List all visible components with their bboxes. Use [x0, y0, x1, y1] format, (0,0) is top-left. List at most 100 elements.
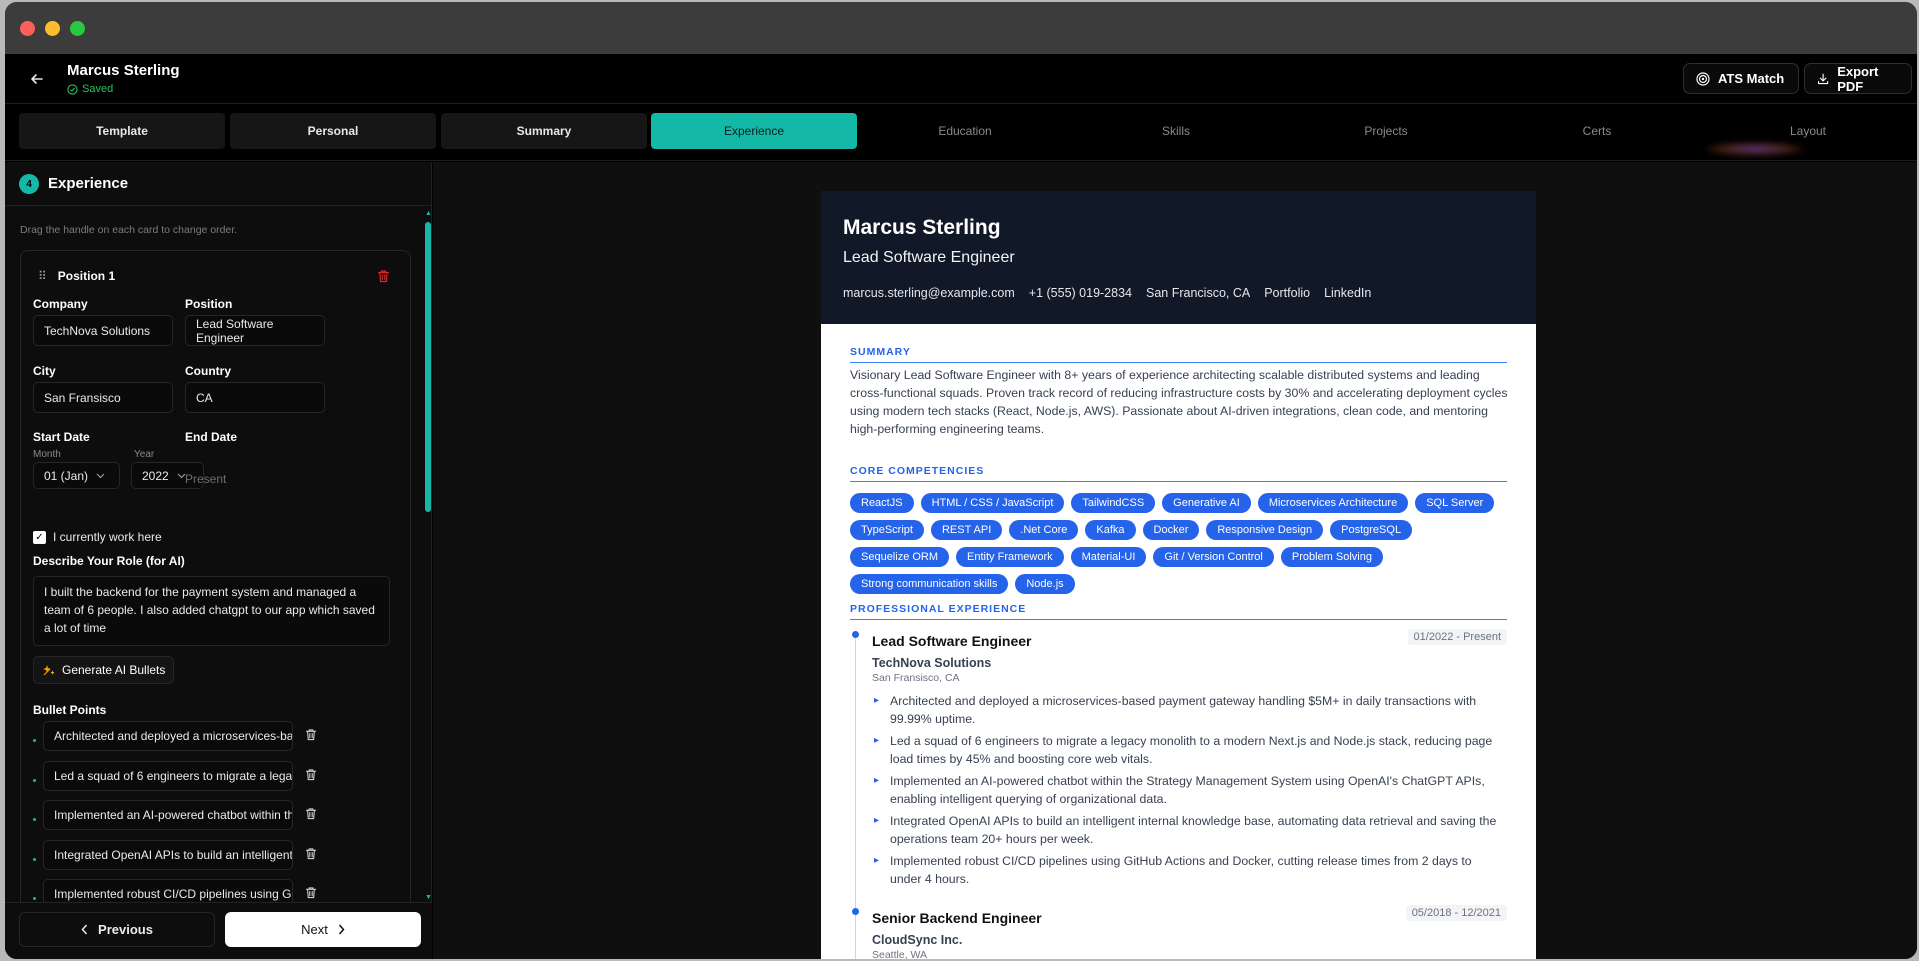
city-input[interactable]: San Fransisco — [33, 382, 173, 413]
scroll-down-arrow-icon[interactable]: ▼ — [425, 894, 432, 901]
end-date-label: End Date — [185, 430, 238, 444]
job-bullet: Led a squad of 6 engineers to migrate a … — [872, 732, 1502, 768]
skill-chip: ReactJS — [850, 493, 914, 513]
resume-preview: Marcus Sterling Lead Software Engineer m… — [821, 191, 1536, 959]
position-input[interactable]: Lead Software Engineer — [185, 315, 325, 346]
job-company: CloudSync Inc. — [872, 933, 963, 947]
generate-ai-bullets-label: Generate AI Bullets — [62, 663, 166, 677]
tab-layout[interactable]: Layout — [1705, 113, 1911, 149]
bullet-marker — [33, 739, 36, 742]
tab-summary[interactable]: Summary — [441, 113, 647, 149]
maximize-window-button[interactable] — [70, 21, 85, 36]
delete-bullet-trash-icon[interactable] — [305, 768, 317, 786]
job-bullet: Architected and deployed a microservices… — [872, 692, 1502, 728]
bullet-points-label: Bullet Points — [33, 703, 107, 717]
skill-chip: REST API — [930, 520, 1003, 540]
job-bullet: Implemented robust CI/CD pipelines using… — [872, 852, 1502, 888]
delete-bullet-trash-icon[interactable] — [305, 728, 317, 746]
skill-chip: Strong communication skills — [850, 574, 1009, 594]
chevron-right-icon — [338, 924, 345, 935]
skill-chip: Responsive Design — [1206, 520, 1324, 540]
drag-hint: Drag the handle on each card to change o… — [20, 224, 238, 236]
bullet-marker — [33, 858, 36, 861]
scrollbar-thumb[interactable] — [425, 222, 431, 512]
scroll-up-arrow-icon[interactable]: ▲ — [425, 210, 432, 217]
position-card: ⠿ Position 1 Company TechNova Solutions … — [20, 250, 411, 959]
editor-footer: Previous Next — [5, 902, 432, 959]
resume-linkedin-link[interactable]: LinkedIn — [1324, 286, 1371, 300]
app-header: Marcus Sterling Saved ATS Match Export P… — [5, 54, 1917, 156]
step-tabs: Template Personal Summary Experience Edu… — [5, 105, 1917, 161]
resume-owner-name: Marcus Sterling — [67, 62, 180, 79]
download-icon — [1818, 73, 1829, 84]
job-bullet: Implemented an AI-powered chatbot within… — [872, 772, 1502, 808]
bullet-marker — [33, 818, 36, 821]
tab-education[interactable]: Education — [862, 113, 1068, 149]
skill-chip: Git / Version Control — [1153, 547, 1274, 567]
skill-chip: Generative AI — [1162, 493, 1251, 513]
close-window-button[interactable] — [20, 21, 35, 36]
previous-button[interactable]: Previous — [19, 912, 215, 947]
skill-chip: Problem Solving — [1280, 547, 1383, 567]
tab-certs[interactable]: Certs — [1494, 113, 1700, 149]
year-value: 2022 — [142, 468, 169, 483]
skills-chip-list: ReactJS HTML / CSS / JavaScript TailwindCS… — [850, 493, 1515, 594]
save-status-label: Saved — [82, 83, 114, 95]
role-description-label: Describe Your Role (for AI) — [33, 554, 185, 568]
delete-bullet-trash-icon[interactable] — [305, 807, 317, 825]
tab-personal[interactable]: Personal — [230, 113, 436, 149]
resume-contact-line: marcus.sterling@example.com +1 (555) 019… — [843, 286, 1371, 300]
tab-projects[interactable]: Projects — [1283, 113, 1489, 149]
bullet-row: Implemented an AI-powered chatbot within… — [33, 800, 393, 830]
country-input[interactable]: CA — [185, 382, 325, 413]
generate-ai-bullets-button[interactable]: Generate AI Bullets — [33, 656, 175, 684]
currently-work-here-checkbox[interactable]: ✓ — [33, 530, 46, 544]
bullet-input[interactable]: Architected and deployed a microservices… — [43, 721, 293, 751]
experience-heading: PROFESSIONAL EXPERIENCE — [850, 603, 1507, 620]
skill-chip: PostgreSQL — [1330, 520, 1413, 540]
resume-portfolio-link[interactable]: Portfolio — [1264, 286, 1310, 300]
minimize-window-button[interactable] — [45, 21, 60, 36]
skill-chip: Kafka — [1085, 520, 1136, 540]
next-button[interactable]: Next — [225, 912, 421, 947]
step-number-badge: 4 — [19, 174, 39, 194]
resume-phone: +1 (555) 019-2834 — [1028, 286, 1132, 300]
company-input[interactable]: TechNova Solutions — [33, 315, 173, 346]
currently-work-here-row[interactable]: ✓ I currently work here — [33, 530, 162, 544]
export-pdf-button[interactable]: Export PDF — [1804, 63, 1912, 94]
preview-panel: Marcus Sterling Lead Software Engineer m… — [433, 162, 1917, 959]
previous-label: Previous — [98, 922, 153, 937]
skill-chip: .Net Core — [1009, 520, 1079, 540]
timeline-dot — [852, 631, 859, 638]
company-label: Company — [33, 297, 88, 311]
chevron-down-icon — [96, 473, 105, 478]
role-description-textarea[interactable]: I built the backend for the payment syst… — [33, 576, 390, 646]
drag-handle-icon[interactable]: ⠿ — [38, 269, 47, 283]
tab-skills[interactable]: Skills — [1073, 113, 1279, 149]
summary-heading: SUMMARY — [850, 346, 1507, 363]
export-pdf-label: Export PDF — [1837, 63, 1879, 94]
position-title: Position 1 — [57, 269, 116, 283]
bullet-input[interactable]: Implemented an AI-powered chatbot within… — [43, 800, 293, 830]
currently-work-here-label: I currently work here — [53, 530, 162, 544]
bullet-input[interactable]: Led a squad of 6 engineers to migrate a … — [43, 761, 293, 791]
back-arrow-icon[interactable] — [27, 69, 47, 89]
ats-match-button[interactable]: ATS Match — [1683, 63, 1799, 94]
delete-bullet-trash-icon[interactable] — [305, 847, 317, 865]
bullet-row: Architected and deployed a microservices… — [33, 721, 393, 751]
ats-match-label: ATS Match — [1718, 71, 1785, 86]
month-select[interactable]: 01 (Jan) — [33, 462, 120, 489]
skill-chip: TypeScript — [850, 520, 924, 540]
app-window: Marcus Sterling Saved ATS Match Export P… — [5, 2, 1917, 959]
tab-experience[interactable]: Experience — [651, 113, 857, 149]
end-date-present: Present — [185, 472, 227, 486]
delete-position-trash-icon[interactable] — [377, 269, 390, 288]
tab-template[interactable]: Template — [19, 113, 225, 149]
bullet-row: Integrated OpenAI APIs to build an intel… — [33, 840, 393, 870]
bullet-input[interactable]: Integrated OpenAI APIs to build an intel… — [43, 840, 293, 870]
resume-name: Marcus Sterling — [843, 216, 1001, 239]
job-bullet: Integrated OpenAI APIs to build an intel… — [872, 812, 1502, 848]
job-dates: 01/2022 - Present — [1407, 629, 1507, 645]
resume-header: Marcus Sterling Lead Software Engineer m… — [821, 191, 1536, 324]
position-header: ⠿ Position 1 — [38, 269, 115, 283]
